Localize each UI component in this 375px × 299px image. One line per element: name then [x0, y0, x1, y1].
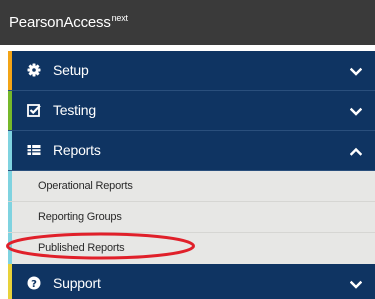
nav-item-setup-label: Setup [53, 62, 89, 78]
support-color-stripe [8, 264, 12, 299]
app-frame: PearsonAccessnext Setup Testing Reports … [0, 0, 375, 299]
help-icon: ? [27, 276, 41, 290]
reports-color-stripe [8, 131, 12, 170]
submenu-item-published-reports[interactable]: Published Reports [8, 233, 375, 264]
nav-item-testing[interactable]: Testing [8, 91, 375, 131]
chevron-down-icon[interactable] [349, 105, 363, 117]
nav-item-reports[interactable]: Reports [8, 131, 375, 171]
checkbox-icon [27, 103, 41, 117]
setup-color-stripe [8, 51, 12, 90]
chevron-down-icon[interactable] [349, 278, 363, 290]
nav-item-support[interactable]: ? Support [8, 264, 375, 299]
reports-submenu: Operational Reports Reporting Groups Pub… [8, 171, 375, 264]
brand-name: PearsonAccess [9, 14, 111, 31]
submenu-item-operational-reports[interactable]: Operational Reports [8, 171, 375, 202]
nav-item-support-label: Support [53, 275, 101, 291]
submenu-item-reporting-groups[interactable]: Reporting Groups [8, 202, 375, 233]
nav-item-reports-label: Reports [53, 142, 101, 158]
brand-superscript: next [111, 13, 128, 23]
gear-icon [27, 63, 41, 77]
side-navigation: Setup Testing Reports Operational Report… [8, 51, 375, 299]
app-header: PearsonAccessnext [0, 0, 375, 45]
chevron-down-icon[interactable] [349, 65, 363, 77]
testing-color-stripe [8, 91, 12, 130]
report-icon [27, 143, 41, 157]
chevron-up-icon[interactable] [349, 145, 363, 157]
svg-text:?: ? [31, 279, 37, 290]
nav-item-setup[interactable]: Setup [8, 51, 375, 91]
nav-item-testing-label: Testing [53, 102, 96, 118]
